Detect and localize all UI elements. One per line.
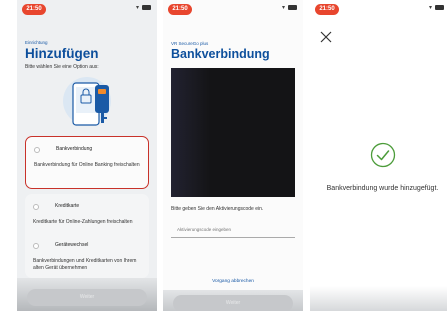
option-description: Kreditkarte für Online-Zahlungen freisch… [33, 219, 133, 225]
screen-eyebrow: VR SecureGo plus [171, 41, 209, 46]
status-bar: 21:50 ▾ [17, 0, 157, 22]
battery-icon [142, 4, 151, 10]
option-description: Bankverbindungen und Kreditkarten von Ih… [33, 258, 137, 271]
success-message: Bankverbindung wurde hinzugefügt. [326, 185, 439, 192]
radio-button[interactable] [34, 147, 40, 153]
status-icons: ▾ [282, 4, 297, 11]
checkmark-circle-icon [370, 142, 396, 168]
next-button[interactable]: Weiter [173, 295, 293, 311]
status-time: 21:50 [22, 4, 46, 15]
page-title: Bankverbindung [171, 47, 270, 61]
status-bar: 21:50 ▾ [163, 0, 303, 22]
activation-code-input[interactable] [171, 222, 295, 238]
battery-icon [288, 4, 297, 10]
option-description: Bankverbindung für Online Banking freisc… [34, 162, 140, 168]
radio-button[interactable] [33, 243, 39, 249]
camera-shading [171, 68, 211, 197]
bottom-bar [310, 286, 447, 311]
screen-bank-connection: 21:50 ▾ VR SecureGo plus Bankverbindung … [163, 0, 303, 311]
cancel-link[interactable]: Vorgang abbrechen [163, 279, 303, 284]
option-title: Kreditkarte [55, 203, 80, 209]
page-subtitle: Bitte wählen Sie eine Option aus: [25, 64, 99, 70]
option-card-bankverbindung[interactable]: Bankverbindung Bankverbindung für Online… [25, 136, 149, 189]
status-bar: 21:50 ▾ [310, 0, 447, 22]
status-icons: ▾ [429, 4, 444, 11]
status-icons: ▾ [136, 4, 151, 11]
screen-add-option: 21:50 ▾ Einrichtung Hinzufügen Bitte wäh… [17, 0, 157, 311]
status-time: 21:50 [168, 4, 192, 15]
option-title: Bankverbindung [56, 146, 93, 152]
close-icon[interactable] [319, 30, 333, 44]
screen-success: 21:50 ▾ Bankverbindung wurde hinzugefügt… [310, 0, 447, 311]
option-title: Gerätewechsel [55, 242, 89, 248]
screen-eyebrow: Einrichtung [25, 40, 48, 45]
option-card-geraetewechsel[interactable]: Gerätewechsel Bankverbindungen und Kredi… [25, 233, 149, 278]
battery-icon [435, 4, 444, 10]
status-time: 21:50 [315, 4, 339, 15]
next-button[interactable]: Weiter [27, 289, 147, 306]
radio-button[interactable] [33, 204, 39, 210]
instruction-text: Bitte geben Sie den Aktivierungscode ein… [171, 206, 264, 212]
phone-key-illustration [63, 77, 111, 126]
page-title: Hinzufügen [25, 46, 99, 61]
